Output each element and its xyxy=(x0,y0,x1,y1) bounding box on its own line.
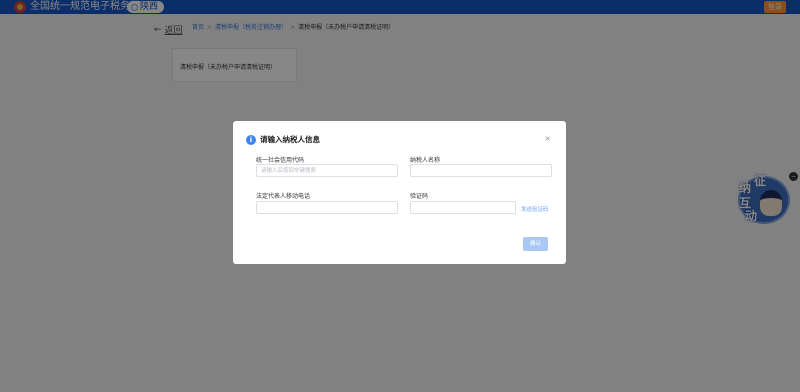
legal-phone-input[interactable] xyxy=(256,201,398,214)
captcha-label: 验证码 xyxy=(410,193,429,200)
page: 全国统一规范电子税务局 陕西 登录 ← 返回 首页 > 清税申报（税务注销办理） > 清… xyxy=(0,0,800,392)
taxpayer-name-input[interactable] xyxy=(410,164,552,177)
confirm-button[interactable]: 确认 xyxy=(523,237,548,251)
dialog-header: i 请输入纳税人信息 xyxy=(246,134,320,145)
legal-phone-label: 法定代表人移动电话 xyxy=(256,193,311,200)
credit-code-label: 统一社会信用代码 xyxy=(256,157,305,164)
taxpayer-info-dialog: i 请输入纳税人信息 × 统一社会信用代码 纳税人名称 法定代表人移动电话 验证… xyxy=(233,121,566,264)
taxpayer-name-label: 纳税人名称 xyxy=(410,157,441,164)
credit-code-input[interactable] xyxy=(256,164,398,177)
info-icon: i xyxy=(246,134,256,145)
close-icon[interactable]: × xyxy=(544,134,551,144)
dialog-title: 请输入纳税人信息 xyxy=(260,135,320,144)
captcha-input[interactable] xyxy=(410,201,516,214)
send-captcha-link[interactable]: 发送验证码 xyxy=(521,205,549,213)
